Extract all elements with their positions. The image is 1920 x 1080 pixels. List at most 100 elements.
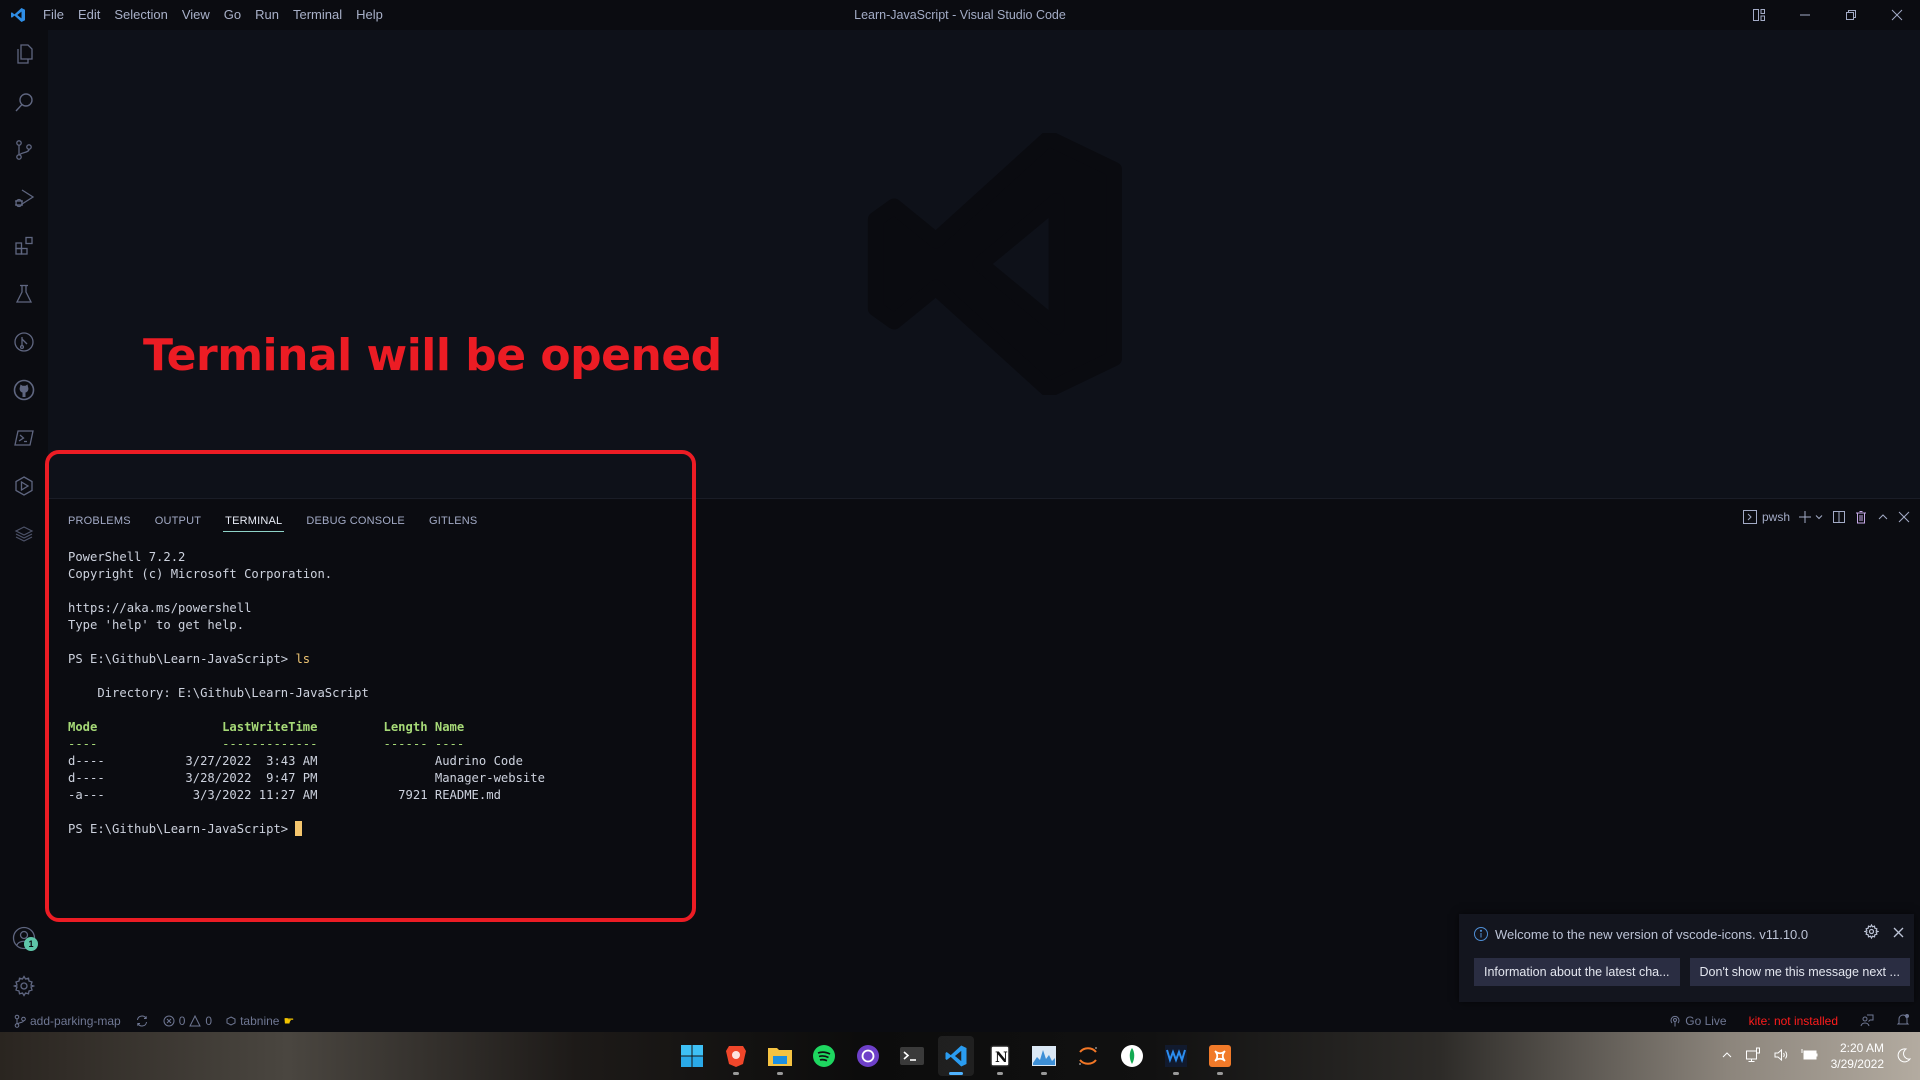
gitlens-icon[interactable] xyxy=(0,318,48,366)
dont-show-again-button[interactable]: Don't show me this message next ... xyxy=(1689,958,1910,986)
go-live-button[interactable]: Go Live xyxy=(1669,1014,1727,1028)
volume-icon[interactable] xyxy=(1773,1047,1789,1066)
taskbar-brave[interactable] xyxy=(718,1036,754,1076)
menu-help[interactable]: Help xyxy=(349,0,390,30)
taskbar-resource-monitor[interactable] xyxy=(1026,1036,1062,1076)
editor-area xyxy=(48,30,1920,498)
taskbar-notion[interactable]: N xyxy=(982,1036,1018,1076)
accounts-badge: 1 xyxy=(24,937,38,951)
battery-icon[interactable] xyxy=(1801,1048,1819,1065)
notification-settings-gear-icon[interactable] xyxy=(1863,923,1880,942)
taskbar-vscode[interactable] xyxy=(938,1036,974,1076)
restore-button[interactable] xyxy=(1828,0,1874,30)
split-terminal-button[interactable] xyxy=(1832,505,1846,529)
svg-text:N: N xyxy=(995,1050,1008,1066)
vscode-logo-icon xyxy=(0,0,36,30)
info-latest-changes-button[interactable]: Information about the latest cha... xyxy=(1474,958,1680,986)
notifications-bell-icon[interactable] xyxy=(1896,1013,1910,1030)
terminal-output[interactable]: PowerShell 7.2.2 Copyright (c) Microsoft … xyxy=(68,549,545,838)
close-panel-button[interactable] xyxy=(1898,505,1910,529)
system-tray: 2:20 AM 3/29/2022 xyxy=(1721,1032,1912,1080)
clock[interactable]: 2:20 AM 3/29/2022 xyxy=(1831,1040,1884,1072)
taskbar-waves[interactable] xyxy=(1158,1036,1194,1076)
taskbar-jupyter[interactable] xyxy=(1070,1036,1106,1076)
feedback-icon[interactable] xyxy=(1860,1013,1874,1030)
warning-count: 0 xyxy=(205,1014,213,1028)
title-bar: File Edit Selection View Go Run Terminal… xyxy=(0,0,1920,30)
tabnine-icon xyxy=(226,1016,236,1026)
sync-icon[interactable] xyxy=(135,1014,149,1028)
menu-selection[interactable]: Selection xyxy=(107,0,174,30)
settings-gear-icon[interactable] xyxy=(0,962,48,1010)
menu-file[interactable]: File xyxy=(36,0,71,30)
menu-terminal[interactable]: Terminal xyxy=(286,0,349,30)
focus-assist-moon-icon[interactable] xyxy=(1896,1047,1912,1066)
layout-toggle-button[interactable] xyxy=(1736,0,1782,30)
notification-close-icon[interactable] xyxy=(1893,926,1904,941)
network-icon[interactable] xyxy=(1745,1047,1761,1066)
taskbar-github-desktop[interactable] xyxy=(850,1036,886,1076)
tabnine-label: tabnine xyxy=(240,1014,280,1028)
taskbar-xampp[interactable] xyxy=(1202,1036,1238,1076)
tabnine-indicator[interactable]: tabnine ☛ xyxy=(226,1014,294,1028)
clock-date: 3/29/2022 xyxy=(1830,1057,1884,1071)
minimize-button[interactable] xyxy=(1782,0,1828,30)
layers-icon[interactable] xyxy=(0,510,48,558)
accounts-icon[interactable]: 1 xyxy=(0,914,48,962)
window-controls xyxy=(1736,0,1920,30)
branch-indicator[interactable]: add-parking-map xyxy=(14,1014,121,1028)
tray-overflow-chevron-icon[interactable] xyxy=(1721,1049,1733,1064)
new-terminal-button[interactable] xyxy=(1798,505,1812,529)
testing-icon[interactable] xyxy=(0,270,48,318)
listing-underline: ---- ------------- ------ ---- xyxy=(68,737,465,751)
tab-gitlens[interactable]: GITLENS xyxy=(429,509,477,531)
remote-icon[interactable] xyxy=(0,462,48,510)
start-button[interactable] xyxy=(674,1036,710,1076)
directory-line: Directory: E:\Github\Learn-JavaScript xyxy=(68,686,369,700)
command: ls xyxy=(295,652,311,666)
extensions-icon[interactable] xyxy=(0,222,48,270)
explorer-icon[interactable] xyxy=(0,30,48,78)
maximize-panel-chevron-up-icon[interactable] xyxy=(1876,505,1890,529)
menu-view[interactable]: View xyxy=(175,0,217,30)
branch-name: add-parking-map xyxy=(30,1014,121,1028)
source-control-icon[interactable] xyxy=(0,126,48,174)
terminal-shell-selector[interactable]: pwsh xyxy=(1742,505,1790,529)
search-icon[interactable] xyxy=(0,78,48,126)
prompt: PS E:\Github\Learn-JavaScript> xyxy=(68,652,296,666)
taskbar: N 2:20 AM 3/29/2022 xyxy=(0,1032,1920,1080)
tab-terminal[interactable]: TERMINAL xyxy=(223,509,285,532)
terminal-line: PowerShell 7.2.2 xyxy=(68,550,186,564)
listing-row: d---- 3/27/2022 3:43 AM Audrino Code xyxy=(68,754,523,768)
menu-go[interactable]: Go xyxy=(217,0,248,30)
taskbar-spotify[interactable] xyxy=(806,1036,842,1076)
taskbar-terminal[interactable] xyxy=(894,1036,930,1076)
git-branch-icon xyxy=(14,1014,26,1028)
notification-message: Welcome to the new version of vscode-ico… xyxy=(1495,926,1809,942)
taskbar-file-explorer[interactable] xyxy=(762,1036,798,1076)
tab-output[interactable]: OUTPUT xyxy=(155,509,201,531)
close-window-button[interactable] xyxy=(1874,0,1920,30)
listing-header: Mode LastWriteTime Length Name xyxy=(68,720,465,734)
terminal-line: Type 'help' to get help. xyxy=(68,618,245,632)
terminal-icon xyxy=(1742,510,1757,524)
annotation-text: Terminal will be opened xyxy=(143,330,722,381)
menu-run[interactable]: Run xyxy=(248,0,286,30)
kill-terminal-trash-icon[interactable] xyxy=(1854,505,1868,529)
problems-indicator[interactable]: 0 0 xyxy=(163,1014,212,1028)
terminal-dropdown-chevron-icon[interactable] xyxy=(1814,505,1824,529)
listing-row: d---- 3/28/2022 9:47 PM Manager-website xyxy=(68,771,545,785)
powershell-icon[interactable] xyxy=(0,414,48,462)
terminal-prompt-line: PS E:\Github\Learn-JavaScript> xyxy=(68,821,545,838)
info-icon xyxy=(1474,927,1488,941)
kite-status[interactable]: kite: not installed xyxy=(1749,1014,1838,1028)
run-debug-icon[interactable] xyxy=(0,174,48,222)
tab-problems[interactable]: PROBLEMS xyxy=(68,509,131,531)
github-icon[interactable] xyxy=(0,366,48,414)
taskbar-mongodb-compass[interactable] xyxy=(1114,1036,1150,1076)
terminal-cursor xyxy=(295,821,303,836)
pointing-hand-icon: ☛ xyxy=(283,1014,295,1028)
tab-debug-console[interactable]: DEBUG CONSOLE xyxy=(306,509,405,531)
prompt: PS E:\Github\Learn-JavaScript> xyxy=(68,822,296,836)
menu-edit[interactable]: Edit xyxy=(71,0,107,30)
